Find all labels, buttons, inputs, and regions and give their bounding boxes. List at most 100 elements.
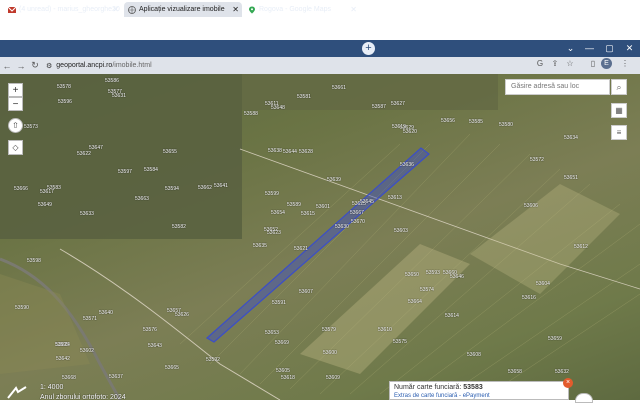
tab-title: Aplicație vizualizare imobile (139, 6, 225, 13)
parcel-number-label: 53617 (40, 189, 54, 195)
parcel-number-label: 53632 (555, 369, 569, 375)
search-icon[interactable]: ⌕ (611, 79, 627, 95)
parcel-number-label: 53580 (499, 122, 513, 128)
cf-number: 53583 (463, 384, 483, 391)
parcel-number-label: 53637 (109, 374, 123, 380)
google-lens-icon[interactable]: G (534, 59, 546, 68)
parcel-number-label: 53664 (408, 299, 422, 305)
parcel-number-label: 53621 (294, 246, 308, 252)
zoom-in-button[interactable]: + (8, 83, 23, 97)
mail-icon (7, 6, 17, 14)
parcel-number-label: 53584 (144, 167, 158, 173)
parcel-number-label: 53610 (378, 327, 392, 333)
maximize-icon[interactable]: ▢ (602, 41, 617, 55)
cf-label: Număr carte funciară: (394, 384, 462, 391)
profile-avatar[interactable]: E (601, 58, 612, 69)
field (470, 184, 620, 294)
parcel-number-label: 53642 (56, 356, 70, 362)
basemap-icon[interactable]: ▦ (611, 103, 627, 118)
parcel-number-label: 53636 (400, 162, 414, 168)
site-info-icon[interactable]: ⚙ (46, 62, 52, 70)
parcel-number-label: 53594 (165, 186, 179, 192)
parcel-number-label: 53618 (281, 375, 295, 381)
bookmark-star-icon[interactable]: ☆ (564, 59, 576, 68)
tab-google-maps[interactable]: Rogova - Google Maps ✕ (244, 2, 360, 17)
tab-gmail[interactable]: (4 unread) - marius_gheorghe20 ✕ (4, 2, 122, 17)
parcel-number-label: 53630 (335, 224, 349, 230)
tab-search-icon[interactable]: ⌄ (563, 41, 578, 55)
map-overlay (0, 133, 640, 400)
dirt-road (59, 248, 281, 400)
reload-icon[interactable]: ↻ (28, 60, 42, 71)
locate-icon[interactable]: ◇ (8, 140, 23, 155)
parcel-number-label: 53639 (327, 177, 341, 183)
minimize-icon[interactable]: — (582, 41, 597, 55)
map-fab-button[interactable] (575, 393, 593, 403)
parcel-number-label: 53628 (299, 149, 313, 155)
parcel-number-label: 53651 (564, 175, 578, 181)
parcel-number-label: 53635 (253, 243, 267, 249)
parcel-number-label: 53597 (118, 169, 132, 175)
parcel-number-label: 53643 (148, 343, 162, 349)
parcel-number-label: 53613 (388, 195, 402, 201)
map-canvas[interactable]: 53621 53622 53623 53624 53625 53626 53627 53628… (0, 74, 640, 400)
search-input[interactable]: Găsire adresă sau loc (505, 79, 610, 95)
parcel-number-label: 53603 (394, 228, 408, 234)
new-tab-button[interactable]: + (362, 42, 375, 55)
parcel-number-label: 53663 (135, 196, 149, 202)
parcel-number-label: 53612 (574, 244, 588, 250)
parcel-number-label: 53653 (265, 330, 279, 336)
close-popup-button[interactable]: × (563, 378, 573, 388)
browser-tab-bar (0, 40, 640, 57)
parcel-number-label: 53576 (143, 327, 157, 333)
parcel-number-label: 53611 (265, 101, 279, 107)
sidebar-icon[interactable]: ▯ (587, 59, 599, 68)
parcel-number-label: 53602 (80, 348, 94, 354)
address-bar[interactable]: ⚙ geoportal.ancpi.ro/imobile.html (46, 62, 152, 70)
parcel-number-label: 53592 (206, 357, 220, 363)
share-icon[interactable]: ⇪ (549, 59, 561, 68)
parcel-number-label: 53585 (469, 119, 483, 125)
epayment-link[interactable]: Extras de carte funciară - ePayment (394, 393, 564, 399)
close-icon[interactable]: ✕ (350, 2, 357, 17)
parcel-number-label: 53627 (391, 101, 405, 107)
close-icon[interactable]: ✕ (232, 2, 239, 17)
parcel-number-label: 53598 (27, 258, 41, 264)
window-close-icon[interactable]: ✕ (622, 41, 637, 55)
parcel-info-popup: Număr carte funciară: 53583 Extras de ca… (389, 381, 569, 400)
parcel-number-label: 53578 (57, 84, 71, 90)
parcel-number-label: 53605 (276, 368, 290, 374)
parcel-number-label: 53589 (287, 202, 301, 208)
parcel-number-label: 53595 (55, 342, 69, 348)
tab-geoportal[interactable]: Aplicație vizualizare imobile ✕ (124, 2, 242, 17)
forward-icon[interactable]: → (14, 61, 28, 71)
parcel-number-label: 53638 (268, 148, 282, 154)
parcel-number-label: 53655 (163, 149, 177, 155)
layers-icon[interactable]: ≡ (611, 125, 627, 140)
parcel-number-label: 53609 (326, 375, 340, 381)
parcel-number-label: 53600 (323, 350, 337, 356)
back-icon[interactable]: ← (0, 61, 14, 71)
parcel-number-label: 53640 (99, 310, 113, 316)
parcel-number-label: 53650 (405, 272, 419, 278)
parcel-number-label: 53599 (265, 191, 279, 197)
close-icon[interactable]: ✕ (112, 2, 119, 17)
url-host: geoportal.ancpi.ro (56, 62, 113, 69)
parcel-number-label: 53587 (372, 104, 386, 110)
parcel-number-label: 53622 (77, 151, 91, 157)
compass-icon[interactable]: ⇧ (8, 118, 23, 133)
parcel-number-label: 53582 (172, 224, 186, 230)
parcel-number-label: 53615 (301, 211, 315, 217)
parcel-number-label: 53616 (522, 295, 536, 301)
parcel-number-label: 53574 (420, 287, 434, 293)
zoom-out-button[interactable]: − (8, 97, 23, 111)
parcel-number-label: 53667 (350, 210, 364, 216)
parcel-number-label: 53579 (322, 327, 336, 333)
parcel-number-label: 53654 (271, 210, 285, 216)
parcel-number-label: 53670 (351, 219, 365, 225)
parcel-number-label: 53581 (297, 94, 311, 100)
menu-kebab-icon[interactable]: ⋮ (619, 59, 631, 68)
parcel-number-label: 53657 (167, 308, 181, 314)
parcel-number-label: 53588 (244, 111, 258, 117)
maps-pin-icon (248, 6, 256, 14)
